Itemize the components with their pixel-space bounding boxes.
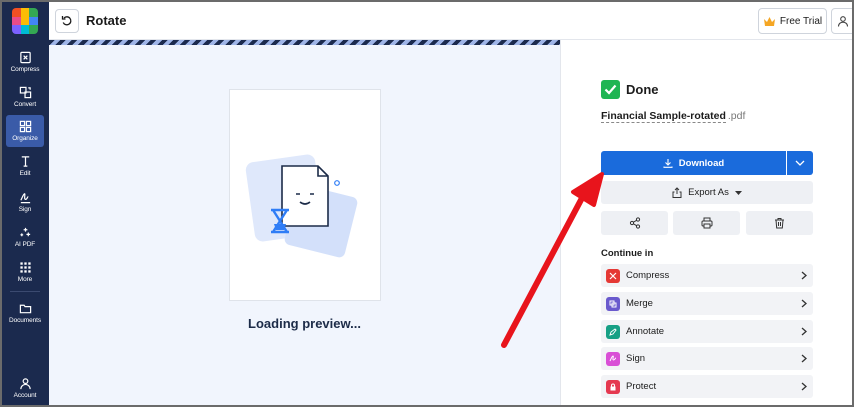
sidebar-item-documents[interactable]: Documents [6,297,44,329]
status-row: Done [601,80,659,99]
lock-icon [606,379,620,394]
user-icon [19,378,31,390]
result-panel: Done Financial Sample-rotated .pdf Downlo… [561,40,852,405]
annotate-pen-icon [606,324,620,339]
loading-preview-text: Loading preview... [248,316,361,331]
edit-text-icon [21,156,29,167]
sidebar-item-compress[interactable]: Compress [6,46,44,78]
continue-compress[interactable]: Compress [601,264,813,287]
continue-protect[interactable]: Protect [601,375,813,398]
signature-icon [606,351,620,366]
account-button[interactable] [831,8,852,34]
preview-area: Loading preview... [49,40,560,405]
chevron-right-icon [801,299,807,308]
export-label: Export As [688,187,729,198]
signature-icon [19,193,30,204]
sidebar-item-label: Convert [13,101,37,108]
app-window: Compress Convert Organize Edit Sign AI P… [0,0,854,407]
caret-down-icon [734,190,742,195]
progress-bar [49,40,560,45]
printer-icon [701,217,712,229]
continue-item-label: Sign [626,353,646,364]
share-export-icon [672,187,682,198]
sidebar-item-ai-pdf[interactable]: AI PDF [6,221,44,253]
trash-icon [775,218,784,229]
download-icon [663,159,673,168]
sidebar-item-account[interactable]: Account [6,372,44,404]
sidebar-item-convert[interactable]: Convert [6,81,44,113]
sidebar-divider [10,291,40,292]
user-icon [837,16,849,27]
sidebar-item-organize[interactable]: Organize [6,115,44,147]
compress-icon [606,268,620,283]
check-icon [601,80,620,99]
sidebar-item-label: More [17,276,33,283]
top-bar: Rotate Free Trial [49,2,852,40]
sidebar-item-edit[interactable]: Edit [6,150,44,182]
chevron-right-icon [801,354,807,363]
continue-in-heading: Continue in [601,248,654,259]
chevron-right-icon [801,327,807,336]
print-button[interactable] [673,211,740,235]
download-options-button[interactable] [787,151,813,175]
preview-card [229,89,381,301]
status-text: Done [626,82,659,97]
continue-annotate[interactable]: Annotate [601,320,813,343]
share-button[interactable] [601,211,668,235]
convert-icon [19,86,31,99]
app-logo[interactable] [12,8,38,34]
free-trial-label: Free Trial [779,15,823,27]
sidebar-item-label: Documents [9,317,41,324]
share-icon [629,217,640,229]
compress-icon [19,51,31,64]
grid-dots-icon [19,262,31,273]
page-title: Rotate [86,13,127,28]
download-button[interactable]: Download [601,151,786,175]
sidebar-item-sign[interactable]: Sign [6,186,44,218]
undo-button[interactable] [55,9,79,33]
continue-item-label: Compress [626,270,670,281]
continue-item-label: Merge [626,298,653,309]
chevron-right-icon [801,271,807,280]
continue-item-label: Protect [626,381,657,392]
filename-extension: .pdf [727,110,746,122]
chevron-right-icon [801,382,807,391]
merge-icon [606,296,620,311]
filename-base: Financial Sample-rotated [601,110,726,123]
continue-sign[interactable]: Sign [601,347,813,370]
sidebar-item-label: Account [13,392,37,399]
undo-icon [61,16,72,26]
sidebar-item-label: AI PDF [14,241,36,248]
organize-icon [19,120,31,133]
chevron-down-icon [795,160,805,166]
continue-item-label: Annotate [626,326,665,337]
sidebar-item-label: Sign [18,206,32,213]
folder-icon [19,304,31,314]
sidebar-item-label: Organize [12,135,38,142]
crown-icon [763,16,775,26]
sparkle-icon [19,227,30,237]
sidebar-item-label: Edit [19,170,31,177]
free-trial-button[interactable]: Free Trial [758,8,827,34]
loading-document-illustration [245,154,358,258]
export-as-button[interactable]: Export As [601,181,813,204]
sidebar: Compress Convert Organize Edit Sign AI P… [2,2,49,405]
continue-merge[interactable]: Merge [601,292,813,315]
sidebar-item-label: Compress [10,66,40,73]
delete-button[interactable] [746,211,813,235]
output-filename[interactable]: Financial Sample-rotated .pdf [601,110,746,123]
sidebar-item-more[interactable]: More [6,256,44,288]
download-label: Download [678,157,725,169]
